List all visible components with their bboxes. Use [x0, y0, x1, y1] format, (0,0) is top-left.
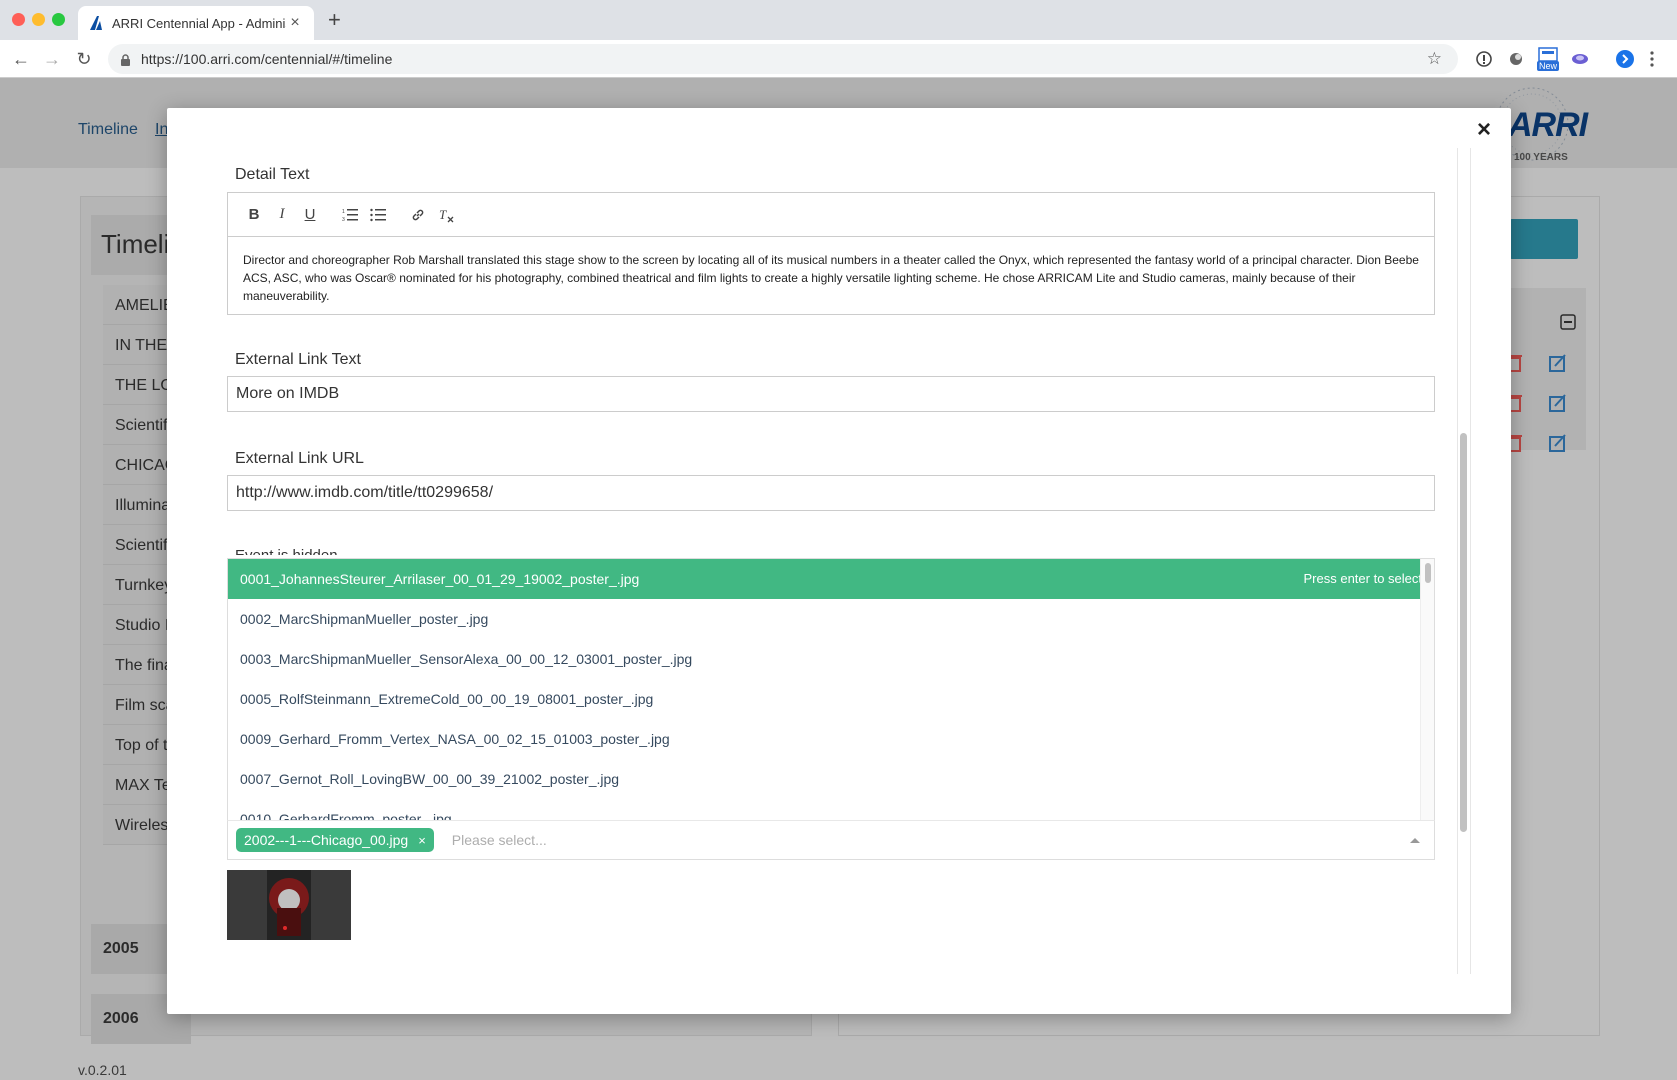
dropdown-option[interactable]: 0003_MarcShipmanMueller_SensorAlexa_00_0…	[228, 639, 1434, 679]
arri-favicon-icon	[88, 15, 104, 31]
italic-icon[interactable]: I	[268, 203, 296, 227]
selected-image-tag: 2002---1---Chicago_00.jpg ×	[236, 828, 434, 852]
option-label: 0001_JohannesSteurer_Arrilaser_00_01_29_…	[240, 571, 640, 587]
svg-text:3: 3	[342, 217, 345, 222]
ordered-list-icon[interactable]: 13	[336, 203, 364, 227]
dropdown-option[interactable]: 0002_MarcShipmanMueller_poster_.jpg	[228, 599, 1434, 639]
extension-badge: New	[1539, 61, 1558, 71]
link-icon[interactable]	[404, 203, 432, 227]
image-select-input[interactable]: 2002---1---Chicago_00.jpg × Please selec…	[227, 820, 1435, 860]
window-minimize-button[interactable]	[32, 13, 45, 26]
remove-tag-icon[interactable]: ×	[418, 833, 426, 848]
back-arrow-icon[interactable]: ←	[11, 49, 31, 69]
dropdown-option[interactable]: 0005_RolfSteinmann_ExtremeCold_00_00_19_…	[228, 679, 1434, 719]
close-icon[interactable]: ×	[1477, 118, 1491, 142]
address-bar[interactable]: https://100.arri.com/centennial/#/timeli…	[108, 44, 1458, 74]
circle-extension-icon[interactable]	[1506, 49, 1526, 69]
svg-text:T: T	[439, 207, 447, 222]
url-text: https://100.arri.com/centennial/#/timeli…	[141, 51, 393, 67]
image-select-dropdown: 0001_JohannesSteurer_Arrilaser_00_01_29_…	[227, 558, 1435, 820]
detail-text-content[interactable]: Director and choreographer Rob Marshall …	[228, 237, 1434, 319]
clear-format-icon[interactable]: T	[432, 203, 460, 227]
reload-icon[interactable]: ↻	[74, 49, 94, 69]
lock-icon	[120, 53, 131, 66]
external-link-url-input[interactable]: http://www.imdb.com/title/tt0299658/	[227, 475, 1435, 511]
modal-scrollbar-thumb[interactable]	[1460, 433, 1467, 832]
shield-extension-icon[interactable]	[1570, 49, 1590, 69]
dropdown-scrollbar[interactable]	[1420, 559, 1434, 820]
select-placeholder[interactable]: Please select...	[452, 832, 547, 848]
image-thumbnail	[227, 870, 351, 940]
window-close-button[interactable]	[12, 13, 25, 26]
detail-text-editor: B I U 13 T Director and choreographer Ro…	[227, 192, 1435, 315]
news-extension-icon[interactable]: New	[1536, 46, 1560, 72]
browser-tab[interactable]: ARRI Centennial App - Adminis ×	[78, 6, 314, 40]
editor-toolbar: B I U 13 T	[228, 193, 1434, 237]
bookmark-star-icon[interactable]: ☆	[1427, 49, 1442, 69]
dropdown-option[interactable]: 0001_JohannesSteurer_Arrilaser_00_01_29_…	[228, 559, 1434, 599]
select-hint: Press enter to select	[1303, 571, 1423, 586]
selected-image-label: 2002---1---Chicago_00.jpg	[244, 832, 409, 848]
dropdown-option[interactable]: 0009_Gerhard_Fromm_Vertex_NASA_00_02_15_…	[228, 719, 1434, 759]
bold-icon[interactable]: B	[240, 203, 268, 227]
menu-dots-icon[interactable]	[1646, 49, 1658, 69]
external-link-text-input[interactable]: More on IMDB	[227, 376, 1435, 412]
bullet-list-icon[interactable]	[364, 203, 392, 227]
detail-text-label: Detail Text	[235, 166, 310, 183]
browser-toolbar: ← → ↻ https://100.arri.com/centennial/#/…	[0, 40, 1677, 78]
external-link-url-label: External Link URL	[235, 450, 364, 467]
forward-arrow-icon[interactable]: →	[42, 49, 62, 69]
new-tab-button[interactable]: +	[328, 9, 341, 31]
tab-close-icon[interactable]: ×	[286, 14, 304, 32]
edit-event-modal: × Detail Text B I U 13 T Director and ch…	[167, 108, 1511, 1014]
external-link-text-label: External Link Text	[235, 351, 361, 368]
info-extension-icon[interactable]	[1474, 49, 1494, 69]
window-zoom-button[interactable]	[52, 13, 65, 26]
dropdown-scrollbar-thumb[interactable]	[1425, 563, 1431, 583]
tab-title: ARRI Centennial App - Adminis	[112, 15, 286, 31]
svg-text:1: 1	[342, 209, 345, 215]
dropdown-option[interactable]: 0007_Gernot_Roll_LovingBW_00_00_39_21002…	[228, 759, 1434, 799]
browser-tabbar: ARRI Centennial App - Adminis × +	[0, 0, 1677, 40]
event-hidden-label: Event is hidden	[235, 547, 338, 555]
caret-up-icon[interactable]	[1410, 838, 1420, 843]
underline-icon[interactable]: U	[296, 203, 324, 227]
dropdown-option[interactable]: 0010_GerhardFromm_poster_.jpg	[228, 799, 1434, 820]
chevron-extension-icon[interactable]	[1615, 49, 1635, 69]
